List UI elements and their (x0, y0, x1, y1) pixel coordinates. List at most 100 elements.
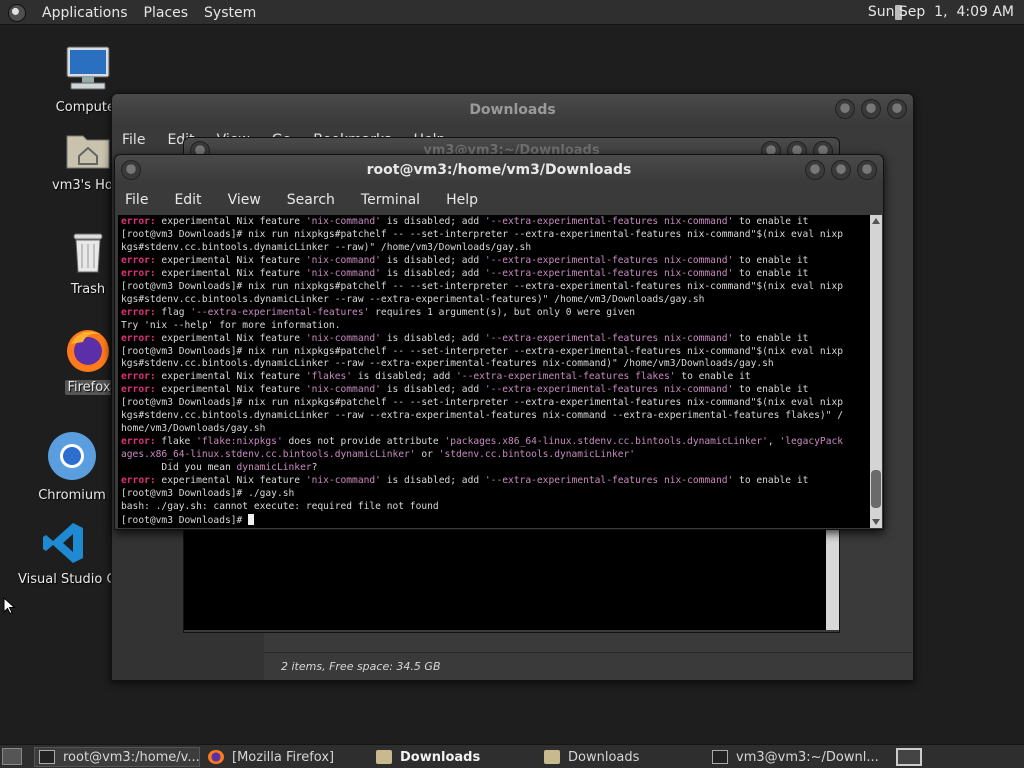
terminal-text: to enable it (733, 384, 809, 396)
desktop-icon-vscode[interactable]: Visual Studio Code (14, 520, 114, 587)
scroll-down-icon[interactable] (872, 519, 880, 525)
menu-search[interactable]: Search (287, 192, 335, 208)
terminal-icon (39, 750, 55, 764)
terminal-line: kgs#stdenv.cc.bintools.dynamicLinker --r… (121, 242, 867, 255)
terminal-icon (712, 750, 728, 764)
terminal-text: 'nix-command' (305, 254, 381, 266)
trash-icon (73, 233, 103, 273)
menu-view[interactable]: View (228, 192, 261, 208)
terminal-line: error: experimental Nix feature 'nix-com… (121, 475, 867, 488)
terminal-cursor (248, 513, 255, 525)
menu-file[interactable]: File (122, 132, 145, 148)
error-label: error: (121, 332, 156, 344)
terminal-text: is disabled; add (380, 475, 485, 487)
terminal-text: '--extra-experimental-features nix-comma… (484, 384, 734, 396)
terminal-text: experimental Nix feature (155, 267, 306, 279)
terminal-text: '--extra-experimental-features nix-comma… (484, 254, 734, 266)
terminal-text: 'nix-command' (305, 332, 381, 344)
desktop-icon-chromium[interactable]: Chromium (22, 430, 122, 503)
terminal-text: 'nix-command' (305, 267, 381, 279)
terminal-text: home/vm3/Downloads/gay.sh (121, 423, 266, 435)
firefox-icon (67, 330, 109, 372)
task-label: Downloads (568, 749, 640, 765)
close-button[interactable] (857, 160, 877, 180)
terminal-text: experimental Nix feature (155, 384, 306, 396)
applications-menu[interactable]: Applications (42, 5, 128, 21)
terminal-text: to enable it (733, 254, 809, 266)
error-label: error: (121, 371, 156, 383)
terminal-line: kgs#stdenv.cc.bintools.dynamicLinker --r… (121, 358, 867, 371)
menu-help[interactable]: Help (446, 192, 478, 208)
task-label: vm3@vm3:~/Downl... (736, 749, 879, 765)
terminal-text: experimental Nix feature (155, 475, 306, 487)
task-downloads-active[interactable]: Downloads (372, 747, 538, 767)
terminal-text: experimental Nix feature (155, 254, 306, 266)
terminal-text: is disabled; add (380, 254, 485, 266)
menu-edit[interactable]: Edit (174, 192, 201, 208)
folder-icon (544, 750, 560, 764)
close-button[interactable] (887, 99, 907, 119)
terminal-text: 'packages.x86_64-linux.stdenv.cc.bintool… (444, 436, 768, 448)
maximize-button[interactable] (831, 160, 851, 180)
clock[interactable]: Sun Sep 1, 4:09 AM (868, 4, 1014, 20)
terminal-text: '--extra-experimental-features nix-comma… (484, 332, 734, 344)
terminal-text: to enable it (733, 475, 809, 487)
task-label: root@vm3:/home/v... (63, 749, 200, 765)
terminal-window[interactable]: root@vm3:/home/vm3/Downloads File Edit V… (114, 154, 884, 530)
minimize-button[interactable] (805, 160, 825, 180)
terminal-line: error: flag '--extra-experimental-featur… (121, 307, 867, 320)
terminal-line: error: experimental Nix feature 'flakes'… (121, 371, 867, 384)
mouse-cursor-icon (3, 597, 15, 615)
task-root-terminal[interactable]: root@vm3:/home/v... (34, 747, 200, 767)
terminal-line: [root@vm3 Downloads]# nix run nixpkgs#pa… (121, 397, 867, 410)
show-desktop-icon[interactable] (2, 748, 22, 765)
bottom-taskbar: root@vm3:/home/v... [Mozilla Firefox] Do… (0, 744, 1024, 768)
terminal-text: '--extra-experimental-features nix-comma… (484, 267, 734, 279)
workspace-switcher-icon[interactable] (896, 748, 922, 766)
file-manager-titlebar[interactable]: Downloads (112, 94, 913, 126)
terminal-text: bash: ./gay.sh: cannot execute: required… (121, 500, 439, 512)
terminal-text: is disabled; add (380, 216, 485, 227)
terminal-text: 'nix-command' (305, 216, 381, 227)
terminal-text: to enable it (733, 267, 809, 279)
terminal-text: [root@vm3 Downloads]# (121, 514, 249, 526)
desktop-icon-label: Chromium (38, 488, 106, 503)
terminal-text: to enable it (733, 332, 809, 344)
error-label: error: (121, 267, 156, 279)
distro-logo-icon[interactable] (8, 3, 26, 22)
terminal-line: error: experimental Nix feature 'nix-com… (121, 384, 867, 397)
scrollbar-thumb[interactable] (871, 470, 881, 508)
system-menu[interactable]: System (204, 5, 256, 21)
task-vm3-terminal[interactable]: vm3@vm3:~/Downl... (708, 747, 888, 767)
terminal-output[interactable]: error: experimental Nix feature 'nix-com… (118, 215, 870, 528)
terminal-text: is disabled; add (352, 371, 457, 383)
terminal-text: does not provide attribute (282, 436, 445, 448)
maximize-button[interactable] (861, 99, 881, 119)
chromium-icon (48, 432, 96, 480)
background-terminal-scrollbar[interactable] (826, 530, 839, 630)
places-menu[interactable]: Places (144, 5, 189, 21)
error-label: error: (121, 475, 156, 487)
terminal-line: bash: ./gay.sh: cannot execute: required… (121, 501, 867, 514)
task-firefox[interactable]: [Mozilla Firefox] (204, 747, 370, 767)
menu-terminal[interactable]: Terminal (361, 192, 420, 208)
terminal-text: requires 1 argument(s), but only 0 were … (369, 306, 636, 318)
task-downloads[interactable]: Downloads (540, 747, 706, 767)
terminal-text: 'nix-command' (305, 475, 381, 487)
minimize-button[interactable] (835, 99, 855, 119)
terminal-text: is disabled; add (380, 332, 485, 344)
terminal-text: [root@vm3 Downloads]# nix run nixpkgs#pa… (121, 345, 843, 357)
terminal-text: [root@vm3 Downloads]# nix run nixpkgs#pa… (121, 228, 843, 240)
terminal-titlebar[interactable]: root@vm3:/home/vm3/Downloads (115, 155, 883, 185)
terminal-scrollbar[interactable] (870, 215, 882, 528)
error-label: error: (121, 216, 156, 227)
terminal-text: to enable it (675, 371, 751, 383)
window-menu-button[interactable] (121, 160, 141, 180)
home-folder-icon (66, 135, 110, 169)
terminal-line: error: flake 'flake:nixpkgs' does not pr… (121, 436, 867, 449)
terminal-line: Try 'nix --help' for more information. (121, 320, 867, 333)
menu-file[interactable]: File (125, 192, 148, 208)
background-terminal-screen[interactable] (184, 530, 826, 630)
terminal-line: Did you mean dynamicLinker? (121, 462, 867, 475)
scroll-up-icon[interactable] (872, 218, 880, 224)
